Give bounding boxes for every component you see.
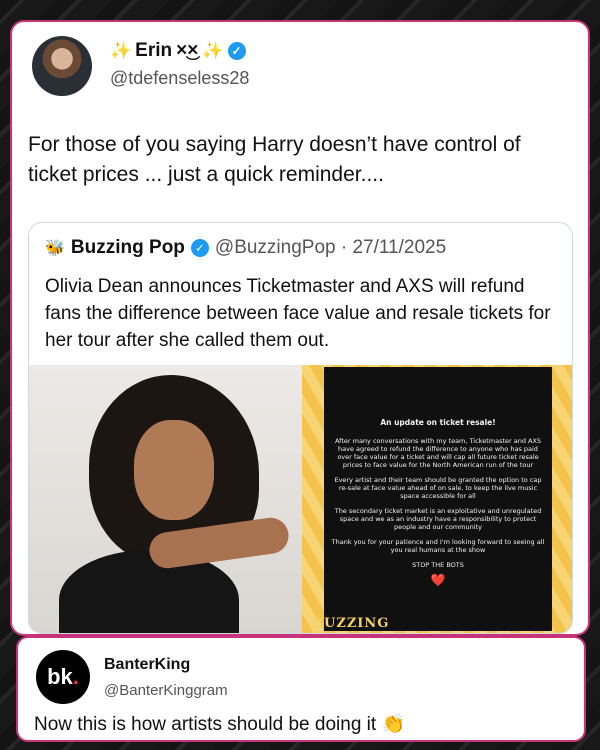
name-emoji: ×͜× [176, 40, 199, 61]
quoted-handle-date: @BuzzingPop · 27/11/2025 [214, 237, 447, 258]
user-handle[interactable]: @tdefenseless28 [110, 68, 249, 89]
quoted-tweet[interactable]: 🐝 Buzzing Pop ✓ @BuzzingPop · 27/11/2025… [28, 222, 573, 634]
quoted-header: 🐝 Buzzing Pop ✓ @BuzzingPop · 27/11/2025 [45, 237, 446, 259]
story-paragraph: After many conversations with my team, T… [334, 437, 542, 469]
sparkle-icon: ✨ [110, 41, 132, 60]
heart-icon: ❤️ [430, 573, 446, 587]
reply-card[interactable]: bk. BanterKing @BanterKinggram Now this … [16, 636, 586, 742]
story-title: An update on ticket resale! [380, 418, 496, 427]
reply-text: Now this is how artists should be doing … [34, 714, 406, 735]
verified-icon: ✓ [190, 239, 209, 257]
statement-image[interactable]: An update on ticket resale! After many c… [302, 365, 572, 633]
story-paragraph: Every artist and their team should be gr… [334, 476, 542, 500]
banterking-logo[interactable]: bk. [36, 650, 90, 704]
tweet-card: ✨ Erin ×͜× ✨ ✓ @tdefenseless28 For those… [10, 20, 590, 636]
story-paragraph: The secondary ticket market is an exploi… [334, 507, 542, 531]
bee-icon: 🐝 [45, 240, 65, 257]
photo-body [59, 550, 239, 633]
photo-face [134, 420, 214, 520]
reply-handle[interactable]: @BanterKinggram [104, 682, 228, 699]
quoted-text: Olivia Dean announces Ticketmaster and A… [45, 276, 551, 351]
brand-watermark: BUZZING [312, 616, 390, 631]
quoted-name[interactable]: Buzzing Pop [71, 237, 185, 259]
display-name[interactable]: ✨ Erin ×͜× ✨ ✓ [110, 40, 246, 62]
story-paragraph: Thank you for your patience and I'm look… [331, 538, 545, 554]
verified-icon: ✓ [227, 42, 246, 60]
tweet-text: For those of you saying Harry doesn’t ha… [28, 133, 521, 186]
display-name-text: Erin [135, 40, 173, 61]
artist-photo[interactable] [29, 365, 302, 633]
quoted-media[interactable]: An update on ticket resale! After many c… [29, 365, 572, 633]
logo-dot: . [72, 664, 79, 689]
avatar[interactable] [32, 36, 92, 96]
story-signoff: STOP THE BOTS [412, 561, 464, 569]
story-statement: An update on ticket resale! After many c… [324, 367, 552, 631]
sparkle-icon: ✨ [202, 41, 224, 60]
reply-name[interactable]: BanterKing [104, 656, 190, 674]
logo-text: bk [47, 664, 73, 689]
